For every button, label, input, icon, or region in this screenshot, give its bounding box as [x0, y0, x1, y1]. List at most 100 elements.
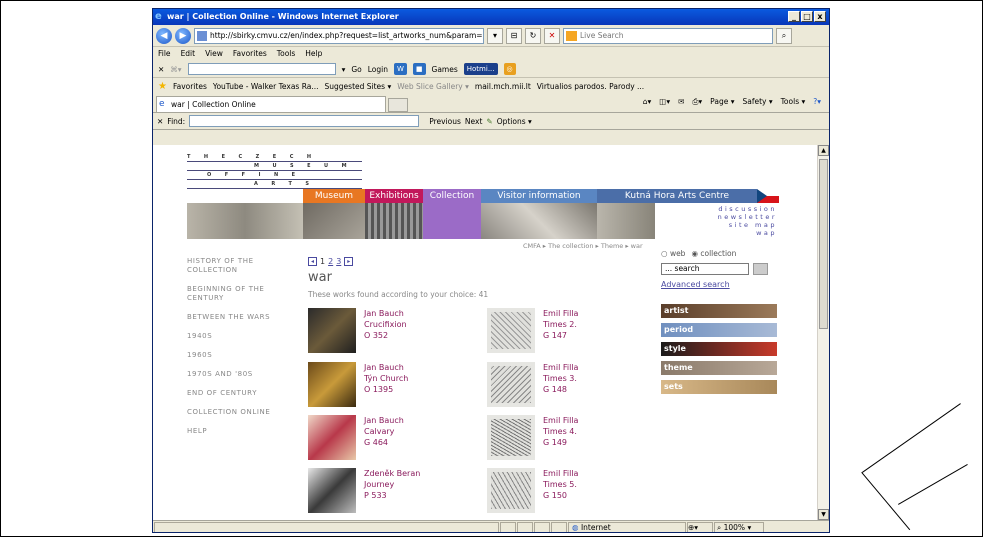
fav-item-suggested[interactable]: Suggested Sites ▾ — [325, 82, 392, 91]
menu-help[interactable]: Help — [305, 47, 322, 61]
leftnav-1940s[interactable]: 1940s — [187, 332, 297, 341]
artwork-item[interactable]: Zdeněk Beran Journey P 533 — [308, 468, 420, 513]
tb-icon-1[interactable]: W — [393, 63, 407, 75]
page-menu[interactable]: Page ▾ — [710, 97, 734, 107]
menu-edit[interactable]: Edit — [181, 47, 196, 61]
stop-icon[interactable]: ✕ — [544, 27, 560, 44]
site-search-input[interactable]: ... search — [661, 263, 749, 275]
category-sets[interactable]: sets — [661, 380, 777, 394]
scroll-down-icon[interactable]: ▼ — [818, 509, 829, 520]
nav-visitor-information[interactable]: Visitor information — [481, 189, 597, 203]
leftnav-collection-online[interactable]: Collection online — [187, 408, 297, 417]
find-input[interactable] — [189, 115, 420, 127]
artwork-item[interactable]: Emil Filla Times 5. G 150 — [487, 468, 578, 513]
museum-logo[interactable]: THECZECH MUSEUM OFFINE ARTS — [187, 153, 362, 189]
next-page-icon[interactable]: ▸ — [344, 257, 354, 266]
protected-mode-icon[interactable]: ⊕▾ — [687, 522, 713, 532]
category-period[interactable]: period — [661, 323, 777, 337]
site-search-button[interactable] — [753, 263, 768, 275]
zone-indicator[interactable]: ◍ Internet — [568, 522, 686, 532]
leftnav-1960s[interactable]: 1960s — [187, 351, 297, 360]
print-icon[interactable]: ⎙▾ — [692, 97, 702, 107]
link-discussion[interactable]: discussion — [718, 205, 777, 213]
menu-favorites[interactable]: Favorites — [233, 47, 267, 61]
close-toolbar-icon[interactable]: ✕ — [158, 65, 164, 74]
menu-file[interactable]: File — [158, 47, 171, 61]
czech-flag-icon[interactable] — [757, 189, 779, 203]
help-icon[interactable]: ?▾ — [813, 97, 821, 107]
page-2[interactable]: 2 — [328, 257, 333, 266]
back-button[interactable]: ◀ — [156, 27, 172, 44]
maximize-button[interactable]: □ — [801, 11, 813, 22]
artwork-item[interactable]: Emil Filla Times 4. G 149 — [487, 415, 578, 460]
artwork-item[interactable]: Jan Bauch Calvary G 464 — [308, 415, 404, 460]
zoom-level[interactable]: ⌕ 100% ▾ — [714, 522, 764, 532]
scroll-up-icon[interactable]: ▲ — [818, 145, 829, 156]
leftnav-history[interactable]: History of the collection — [187, 257, 297, 275]
search-icon[interactable]: ⌕ — [776, 27, 792, 44]
new-tab-button[interactable] — [388, 98, 408, 112]
hotmail-button[interactable]: Hotmi... — [463, 63, 498, 75]
fav-item-virtual[interactable]: Virtualios parodos. Parody ... — [537, 82, 644, 91]
feeds-icon[interactable]: ◫▾ — [659, 97, 670, 107]
mail-icon[interactable]: ✉ — [678, 97, 684, 107]
leftnav-end-century[interactable]: End of century — [187, 389, 297, 398]
nav-collection[interactable]: Collection — [423, 189, 481, 203]
toolbar-search-input[interactable] — [187, 63, 336, 75]
artwork-item[interactable]: Emil Filla Times 2. G 147 — [487, 308, 578, 353]
artwork-thumbnail[interactable] — [487, 415, 535, 460]
fav-item-webslice[interactable]: Web Slice Gallery ▾ — [397, 82, 469, 91]
live-search-input[interactable]: Live Search — [563, 27, 773, 44]
tb-icon-2[interactable]: ■ — [412, 63, 426, 75]
leftnav-between-wars[interactable]: Between the wars — [187, 313, 297, 322]
close-find-icon[interactable]: ✕ — [157, 117, 163, 126]
artwork-thumbnail[interactable] — [308, 308, 356, 353]
breadcrumb[interactable]: CMFA ▸ The collection ▸ Theme ▸ war — [523, 242, 643, 250]
minimize-button[interactable]: _ — [788, 11, 800, 22]
leftnav-1970s-80s[interactable]: 1970s and '80s — [187, 370, 297, 379]
login-button[interactable]: Login — [368, 65, 388, 74]
category-artist[interactable]: artist — [661, 304, 777, 318]
category-theme[interactable]: theme — [661, 361, 777, 375]
artwork-item[interactable]: Jan Bauch Týn Church O 1395 — [308, 362, 408, 407]
link-newsletter[interactable]: newsletter — [718, 213, 777, 221]
tab-current[interactable]: e war | Collection Online — [156, 96, 386, 112]
artwork-item[interactable]: Emil Filla Times 3. G 148 — [487, 362, 578, 407]
find-options-button[interactable]: Options ▾ — [497, 117, 532, 126]
artwork-thumbnail[interactable] — [487, 362, 535, 407]
home-icon[interactable]: ⌂▾ — [643, 97, 652, 107]
radio-web[interactable]: ○ web — [661, 249, 685, 258]
fav-item-mail[interactable]: mail.mch.mii.lt — [475, 82, 531, 91]
nav-kutna-hora[interactable]: Kutná Hora Arts Centre — [597, 189, 757, 203]
tools-menu[interactable]: Tools ▾ — [781, 97, 806, 107]
nav-exhibitions[interactable]: Exhibitions — [365, 189, 423, 203]
leftnav-beginning[interactable]: Beginning of the century — [187, 285, 297, 303]
compat-icon[interactable]: ⊟ — [506, 27, 522, 44]
artwork-thumbnail[interactable] — [308, 362, 356, 407]
artwork-thumbnail[interactable] — [487, 308, 535, 353]
find-next-button[interactable]: Next — [465, 117, 482, 126]
tb-icon-3[interactable]: ◎ — [503, 63, 516, 75]
artwork-item[interactable]: Jan Bauch Crucifixion O 352 — [308, 308, 407, 353]
menu-tools[interactable]: Tools — [277, 47, 295, 61]
url-dropdown-button[interactable]: ▾ — [487, 27, 503, 44]
leftnav-help[interactable]: Help — [187, 427, 297, 436]
link-wap[interactable]: wap — [718, 229, 777, 237]
nav-museum[interactable]: Museum — [303, 189, 365, 203]
favorites-label[interactable]: Favorites — [173, 82, 207, 91]
link-site-map[interactable]: site map — [718, 221, 777, 229]
safety-menu[interactable]: Safety ▾ — [742, 97, 772, 107]
menu-view[interactable]: View — [205, 47, 223, 61]
category-style[interactable]: style — [661, 342, 777, 356]
page-3[interactable]: 3 — [336, 257, 341, 266]
page-1[interactable]: 1 — [320, 257, 325, 266]
forward-button[interactable]: ▶ — [175, 27, 191, 44]
artwork-thumbnail[interactable] — [487, 468, 535, 513]
advanced-search-link[interactable]: Advanced search — [661, 280, 730, 289]
refresh-icon[interactable]: ↻ — [525, 27, 541, 44]
fav-item-youtube[interactable]: YouTube - Walker Texas Ra... — [213, 82, 319, 91]
url-field[interactable]: http://sbirky.cmvu.cz/en/index.php?reque… — [194, 27, 484, 44]
artwork-thumbnail[interactable] — [308, 468, 356, 513]
artwork-thumbnail[interactable] — [308, 415, 356, 460]
favorites-star-icon[interactable]: ★ — [158, 81, 167, 92]
